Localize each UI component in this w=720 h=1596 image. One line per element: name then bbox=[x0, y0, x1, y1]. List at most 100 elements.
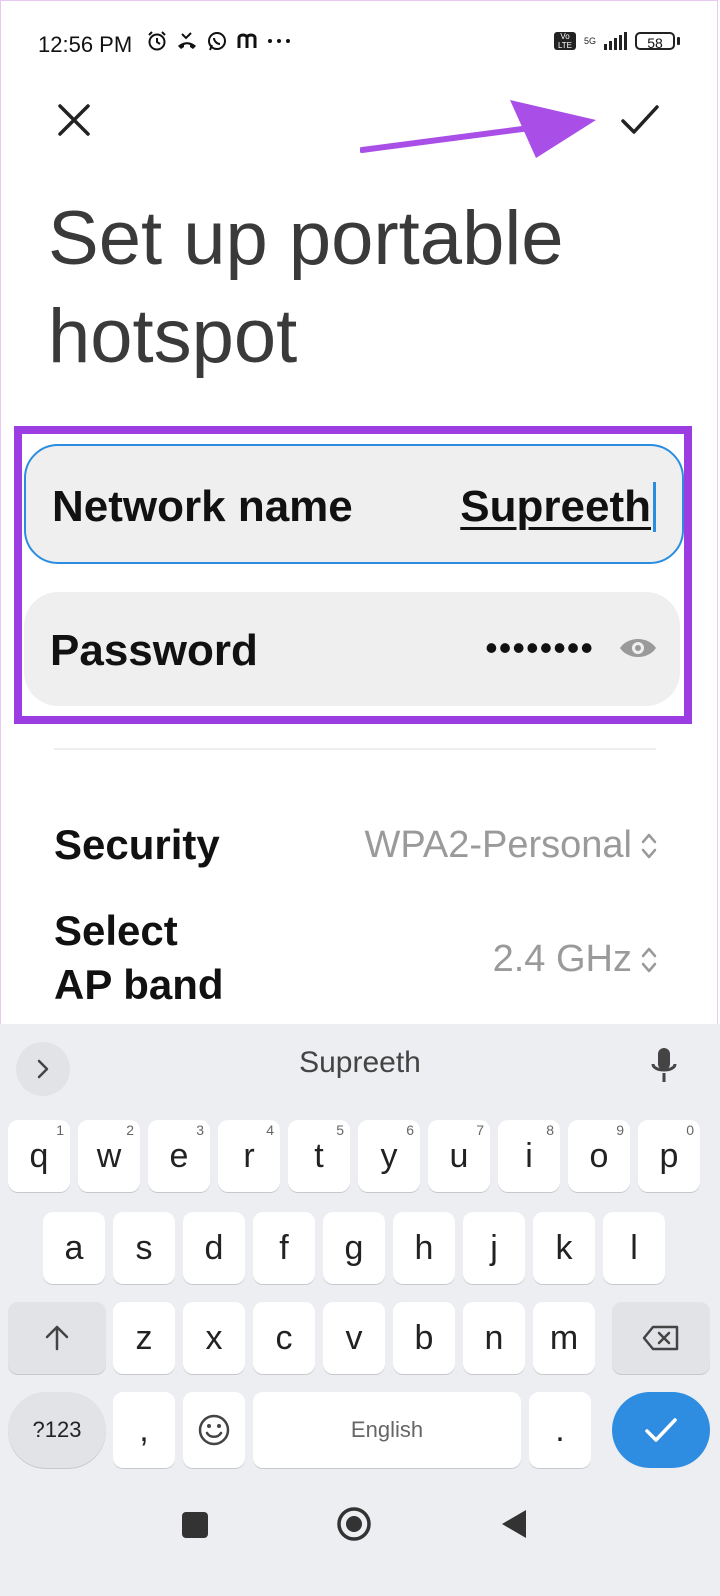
alarm-icon bbox=[148, 31, 166, 51]
suggestion-word[interactable]: Supreeth bbox=[0, 1046, 720, 1080]
key-e-hint: 3 bbox=[196, 1122, 204, 1138]
key-e-label: e bbox=[169, 1136, 189, 1175]
network-name-input[interactable]: Supreeth bbox=[460, 482, 656, 532]
key-c[interactable]: c bbox=[253, 1302, 315, 1374]
back-triangle-icon[interactable] bbox=[500, 1508, 528, 1540]
key-f-label: f bbox=[279, 1228, 289, 1267]
m-app-icon bbox=[237, 33, 257, 48]
key-i[interactable]: i8 bbox=[498, 1120, 560, 1192]
key-l-label: l bbox=[630, 1228, 638, 1267]
mic-icon[interactable] bbox=[650, 1046, 678, 1086]
key-u-label: u bbox=[449, 1136, 469, 1175]
system-icons: Vo LTE 5G 58 bbox=[553, 32, 680, 51]
comma-key[interactable]: , bbox=[113, 1392, 175, 1468]
key-o[interactable]: o9 bbox=[568, 1120, 630, 1192]
ap-band-value[interactable]: 2.4 GHz bbox=[493, 938, 658, 981]
backspace-key[interactable] bbox=[612, 1302, 710, 1374]
confirm-button[interactable] bbox=[610, 90, 670, 150]
key-y-label: y bbox=[380, 1136, 398, 1175]
recents-square-icon[interactable] bbox=[182, 1512, 208, 1538]
key-y[interactable]: y6 bbox=[358, 1120, 420, 1192]
enter-key[interactable] bbox=[612, 1392, 710, 1468]
period-key[interactable]: . bbox=[529, 1392, 591, 1468]
key-i-hint: 8 bbox=[546, 1122, 554, 1138]
close-icon bbox=[58, 104, 90, 136]
security-value-text: WPA2-Personal bbox=[364, 824, 632, 866]
close-button[interactable] bbox=[44, 90, 104, 150]
key-v[interactable]: v bbox=[323, 1302, 385, 1374]
signal-icon bbox=[604, 32, 627, 50]
key-m[interactable]: m bbox=[533, 1302, 595, 1374]
whatsapp-icon bbox=[208, 32, 226, 51]
key-v-label: v bbox=[345, 1318, 363, 1357]
password-label: Password bbox=[50, 626, 258, 675]
key-o-hint: 9 bbox=[616, 1122, 624, 1138]
key-w-hint: 2 bbox=[126, 1122, 134, 1138]
key-a-label: a bbox=[64, 1228, 84, 1267]
annotation-arrow bbox=[360, 100, 596, 158]
missed-call-icon bbox=[178, 32, 196, 49]
notification-icons bbox=[146, 30, 292, 52]
shift-key[interactable] bbox=[8, 1302, 106, 1374]
home-circle-icon[interactable] bbox=[336, 1506, 372, 1542]
status-bar: 12:56 PM Vo LTE 5G 58 bbox=[0, 0, 720, 90]
checkmark-icon bbox=[645, 1418, 677, 1442]
shift-icon bbox=[45, 1325, 69, 1351]
key-b-label: b bbox=[414, 1318, 434, 1357]
checkmark-icon bbox=[621, 105, 659, 134]
key-w-label: w bbox=[96, 1136, 122, 1175]
key-k[interactable]: k bbox=[533, 1212, 595, 1284]
space-key[interactable]: English bbox=[253, 1392, 521, 1468]
key-i-label: i bbox=[525, 1136, 533, 1175]
key-t-hint: 5 bbox=[336, 1122, 344, 1138]
eye-icon[interactable] bbox=[618, 632, 658, 664]
network-name-field[interactable]: Network name Supreeth bbox=[24, 444, 684, 564]
key-u[interactable]: u7 bbox=[428, 1120, 490, 1192]
security-row[interactable]: Security WPA2-Personal bbox=[54, 818, 658, 872]
key-p[interactable]: p0 bbox=[638, 1120, 700, 1192]
key-g[interactable]: g bbox=[323, 1212, 385, 1284]
symbols-key[interactable]: ?123 bbox=[8, 1392, 106, 1468]
key-d-label: d bbox=[204, 1228, 224, 1267]
backspace-icon bbox=[642, 1325, 679, 1351]
key-z-label: z bbox=[135, 1318, 153, 1357]
key-q[interactable]: q1 bbox=[8, 1120, 70, 1192]
key-r-hint: 4 bbox=[266, 1122, 274, 1138]
emoji-key[interactable] bbox=[183, 1392, 245, 1468]
key-d[interactable]: d bbox=[183, 1212, 245, 1284]
security-value[interactable]: WPA2-Personal bbox=[364, 824, 658, 867]
emoji-icon bbox=[198, 1414, 230, 1446]
key-h-label: h bbox=[414, 1228, 434, 1267]
key-c-label: c bbox=[275, 1318, 293, 1357]
key-n[interactable]: n bbox=[463, 1302, 525, 1374]
ap-band-row[interactable]: Select AP band 2.4 GHz bbox=[54, 904, 658, 1012]
key-u-hint: 7 bbox=[476, 1122, 484, 1138]
suggestion-expand-button[interactable] bbox=[16, 1042, 70, 1096]
key-l[interactable]: l bbox=[603, 1212, 665, 1284]
key-y-hint: 6 bbox=[406, 1122, 414, 1138]
key-n-label: n bbox=[484, 1318, 504, 1357]
more-notifications-icon bbox=[268, 39, 290, 43]
key-w[interactable]: w2 bbox=[78, 1120, 140, 1192]
comma-key-label: , bbox=[139, 1410, 149, 1449]
network-name-label: Network name bbox=[52, 482, 353, 531]
key-e[interactable]: e3 bbox=[148, 1120, 210, 1192]
key-q-hint: 1 bbox=[56, 1122, 64, 1138]
key-r[interactable]: r4 bbox=[218, 1120, 280, 1192]
key-z[interactable]: z bbox=[113, 1302, 175, 1374]
password-field[interactable]: Password •••••••• bbox=[24, 592, 680, 706]
key-k-label: k bbox=[555, 1228, 573, 1267]
key-f[interactable]: f bbox=[253, 1212, 315, 1284]
key-a[interactable]: a bbox=[43, 1212, 105, 1284]
key-q-label: q bbox=[29, 1136, 49, 1175]
key-j[interactable]: j bbox=[463, 1212, 525, 1284]
key-x[interactable]: x bbox=[183, 1302, 245, 1374]
key-s[interactable]: s bbox=[113, 1212, 175, 1284]
chevron-updown-icon bbox=[641, 947, 657, 972]
key-b[interactable]: b bbox=[393, 1302, 455, 1374]
status-time: 12:56 PM bbox=[38, 32, 133, 57]
key-t[interactable]: t5 bbox=[288, 1120, 350, 1192]
key-h[interactable]: h bbox=[393, 1212, 455, 1284]
key-m-label: m bbox=[549, 1318, 579, 1357]
password-input[interactable]: •••••••• bbox=[485, 622, 594, 674]
